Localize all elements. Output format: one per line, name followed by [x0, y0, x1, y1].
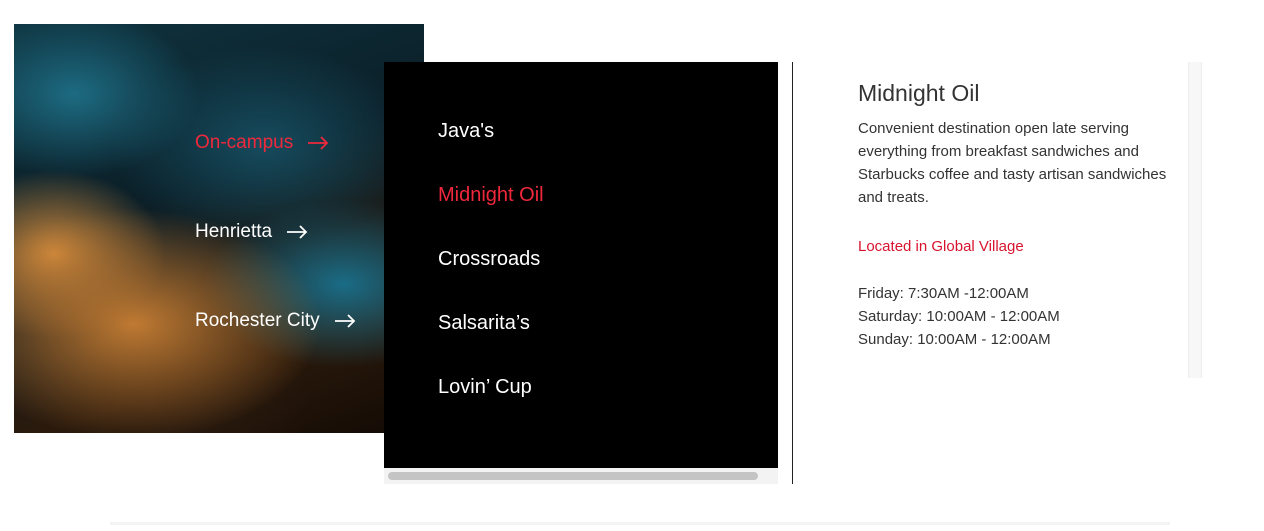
venue-list-panel: Java's Midnight Oil Crossroads Salsarita… — [384, 62, 778, 484]
venue-list: Java's Midnight Oil Crossroads Salsarita… — [438, 116, 544, 436]
region-item-label: Rochester City — [195, 310, 320, 331]
arrow-right-icon — [307, 136, 329, 150]
region-item-on-campus[interactable]: On-campus — [195, 129, 356, 157]
venue-location-link[interactable]: Located in Global Village — [858, 235, 1188, 258]
venue-item-salsaritas[interactable]: Salsarita’s — [438, 308, 544, 338]
hours-line-friday: Friday: 7:30AM -12:00AM — [858, 285, 1029, 302]
venue-item-midnight-oil[interactable]: Midnight Oil — [438, 180, 544, 210]
region-item-henrietta[interactable]: Henrietta — [195, 218, 356, 246]
venue-description: Convenient destination open late serving… — [858, 120, 1167, 206]
detail-scrollbar[interactable] — [1188, 62, 1202, 378]
venue-detail-panel: Midnight Oil Convenient destination open… — [858, 80, 1188, 351]
bottom-divider — [110, 522, 1170, 525]
region-item-rochester-city[interactable]: Rochester City — [195, 307, 356, 335]
hours-line-saturday: Saturday: 10:00AM - 12:00AM — [858, 308, 1060, 325]
arrow-right-icon — [334, 314, 356, 328]
venue-item-crossroads[interactable]: Crossroads — [438, 244, 544, 274]
venue-item-javas[interactable]: Java's — [438, 116, 544, 146]
arrow-right-icon — [286, 225, 308, 239]
hours-line-sunday: Sunday: 10:00AM - 12:00AM — [858, 331, 1051, 348]
region-nav: On-campus Henrietta Rochester City — [195, 129, 356, 396]
panel-divider — [792, 62, 793, 484]
horizontal-scrollbar[interactable] — [384, 468, 778, 484]
venue-title: Midnight Oil — [858, 80, 980, 106]
region-item-label: On-campus — [195, 132, 294, 153]
venue-item-lovin-cup[interactable]: Lovin’ Cup — [438, 372, 544, 402]
region-photo-panel: On-campus Henrietta Rochester City — [14, 24, 424, 433]
region-item-label: Henrietta — [195, 221, 273, 242]
scrollbar-thumb[interactable] — [388, 472, 758, 480]
venue-hours: Friday: 7:30AM -12:00AM Saturday: 10:00A… — [858, 282, 1188, 351]
